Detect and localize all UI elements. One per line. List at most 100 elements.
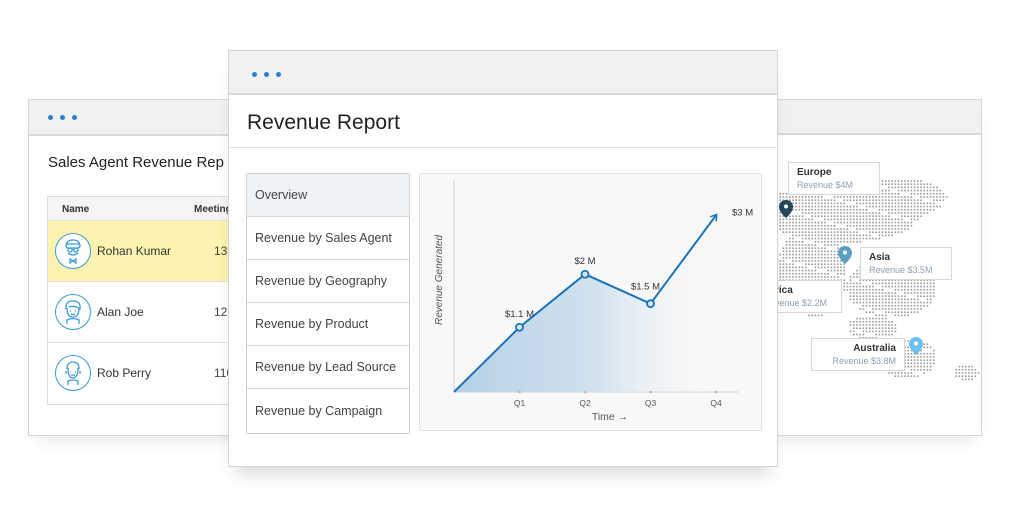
map-dot — [808, 199, 810, 201]
map-dot — [901, 180, 903, 182]
map-dot — [830, 209, 833, 211]
map-dot — [920, 285, 922, 288]
map-dot — [917, 359, 919, 361]
map-dot — [856, 282, 858, 285]
map-dot — [805, 221, 807, 224]
map-dot — [885, 231, 887, 233]
map-dot — [837, 231, 839, 233]
map-dot — [904, 308, 906, 310]
map-dot — [865, 292, 868, 294]
map-dot — [910, 365, 913, 368]
menu-item-revenue-by-geography[interactable]: Revenue by Geography — [247, 260, 409, 303]
map-dot — [824, 247, 826, 249]
map-dot — [910, 180, 913, 182]
map-dot — [837, 202, 839, 205]
map-dot — [939, 205, 941, 208]
map-pin-europe-icon[interactable] — [779, 200, 793, 218]
map-dot — [859, 202, 861, 205]
map-dot — [849, 321, 852, 323]
map-dot — [821, 314, 823, 317]
map-dot — [798, 234, 801, 237]
map-dot — [792, 196, 794, 198]
map-dot — [888, 189, 890, 192]
map-dot — [901, 298, 903, 301]
map-dot — [891, 301, 893, 304]
map-dot — [869, 212, 871, 214]
map-dot — [920, 183, 922, 185]
region-card-asia[interactable]: Asia Revenue $3.5M — [860, 247, 952, 280]
menu-item-overview[interactable]: Overview — [247, 174, 409, 217]
map-dot — [901, 209, 903, 211]
map-dot — [856, 202, 858, 205]
map-dot — [808, 273, 810, 275]
map-dot — [881, 221, 884, 224]
map-dot — [894, 295, 897, 297]
map-dot — [853, 225, 855, 227]
map-dot — [897, 202, 900, 205]
map-dot — [878, 301, 881, 304]
map-dot — [827, 212, 829, 214]
map-dot — [878, 314, 881, 317]
map-dot — [904, 212, 906, 214]
map-dot — [862, 221, 865, 224]
map-dot — [907, 205, 909, 208]
map-dot — [817, 225, 820, 227]
map-dot — [878, 295, 881, 297]
region-card-australia[interactable]: Australia Revenue $3.8M — [811, 338, 905, 371]
map-dot — [824, 273, 826, 275]
map-dot — [805, 218, 807, 221]
map-dot — [795, 225, 797, 227]
map-dot — [920, 305, 922, 307]
map-pin-asia-icon[interactable] — [838, 246, 852, 264]
map-dot — [859, 327, 861, 329]
map-dot — [853, 237, 855, 240]
map-pin-australia-icon[interactable] — [909, 337, 923, 355]
menu-item-revenue-by-lead-source[interactable]: Revenue by Lead Source — [247, 346, 409, 389]
column-header-name[interactable]: Name — [62, 204, 89, 215]
map-dot — [977, 372, 980, 374]
map-dot — [862, 209, 865, 211]
column-header-meetings[interactable]: Meeting — [194, 204, 232, 215]
menu-item-revenue-by-campaign[interactable]: Revenue by Campaign — [247, 389, 409, 433]
window-menu-dots-icon[interactable] — [48, 115, 77, 120]
map-dot — [865, 298, 868, 301]
map-dot — [958, 369, 961, 371]
map-dot — [869, 231, 871, 233]
agents-report-title: Sales Agent Revenue Rep — [48, 154, 224, 171]
map-dot — [885, 234, 887, 237]
map-dot — [875, 199, 877, 201]
region-card-europe[interactable]: Europe Revenue $4M — [788, 162, 880, 195]
map-dot — [875, 321, 877, 323]
region-card-america[interactable]: rica venue $2.2M — [769, 280, 842, 313]
map-dot — [798, 196, 801, 198]
map-dot — [837, 205, 839, 208]
map-dot — [830, 199, 833, 201]
menu-item-revenue-by-sales-agent[interactable]: Revenue by Sales Agent — [247, 217, 409, 260]
menu-item-revenue-by-product[interactable]: Revenue by Product — [247, 303, 409, 346]
map-dot — [833, 263, 836, 265]
map-dot — [917, 282, 919, 285]
map-dot — [926, 189, 929, 192]
region-name: Australia — [853, 343, 896, 354]
map-dot — [936, 189, 938, 192]
map-dot — [808, 209, 810, 211]
map-dot — [926, 193, 929, 195]
map-dot — [872, 289, 874, 291]
map-dot — [856, 241, 858, 243]
map-dot — [814, 269, 817, 272]
map-dot — [821, 202, 823, 205]
map-dot — [878, 327, 881, 329]
map-dot — [859, 289, 861, 291]
map-dot — [785, 231, 788, 233]
map-dot — [843, 231, 845, 233]
map-dot — [904, 196, 906, 198]
map-dot — [817, 260, 820, 262]
map-dot — [856, 301, 858, 304]
map-dot — [849, 205, 852, 208]
map-dot — [974, 372, 977, 374]
map-dot — [837, 209, 839, 211]
map-dot — [840, 221, 842, 224]
window-menu-dots-icon[interactable] — [252, 72, 281, 77]
map-dot — [849, 237, 852, 240]
map-dot — [881, 231, 884, 233]
